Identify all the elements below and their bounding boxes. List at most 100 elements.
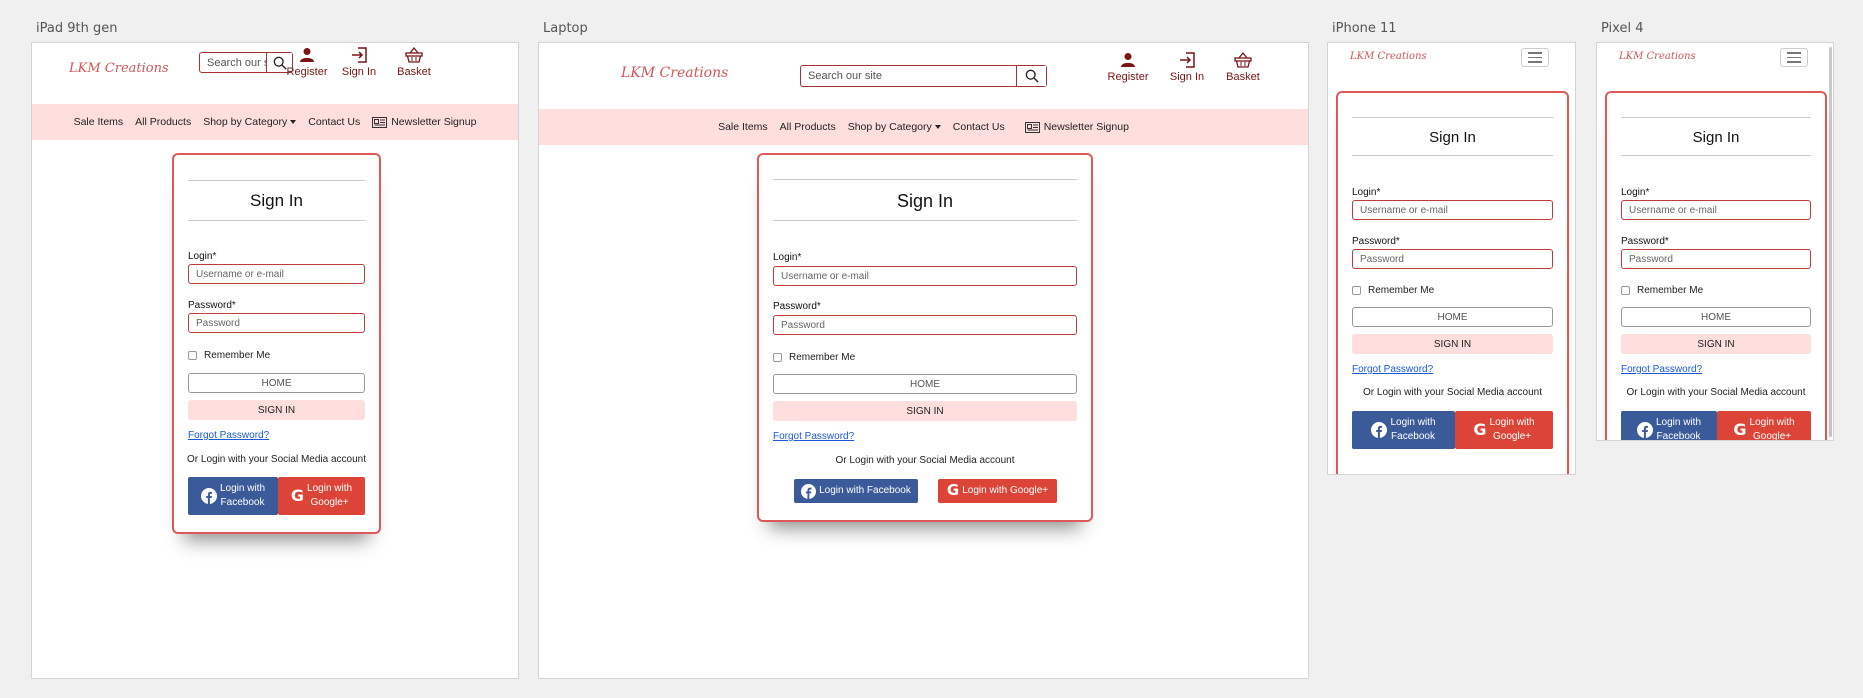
nav-sale-items[interactable]: Sale Items <box>718 121 768 133</box>
home-button[interactable]: HOME <box>1352 307 1553 327</box>
facebook-login-button[interactable]: Login with Facebook <box>794 479 918 503</box>
search-input[interactable]: Search our site <box>801 66 1016 86</box>
checkbox-box[interactable] <box>1621 286 1630 295</box>
login-label: Login* <box>188 251 217 262</box>
divider <box>188 180 365 181</box>
google-login-button[interactable]: G Login with Google+ <box>1717 411 1811 441</box>
register-link[interactable]: Register <box>1098 52 1158 83</box>
nav-shop-by-category[interactable]: Shop by Category <box>848 121 941 133</box>
signin-link[interactable]: Sign In <box>1157 52 1217 83</box>
divider <box>1352 117 1553 118</box>
password-input[interactable]: Password <box>773 315 1077 335</box>
google-login-button[interactable]: G Login with Google+ <box>278 477 365 515</box>
checkbox-box[interactable] <box>188 351 197 360</box>
facebook-icon <box>200 488 217 504</box>
register-link[interactable]: Register <box>277 47 337 78</box>
user-icon <box>1121 53 1135 67</box>
register-label: Register <box>286 66 328 78</box>
remember-me-checkbox[interactable]: Remember Me <box>773 352 855 363</box>
signin-card: Sign In Login* Username or e-mail Passwo… <box>1336 91 1569 474</box>
nav-all-products[interactable]: All Products <box>780 121 836 133</box>
basket-link[interactable]: Basket <box>1213 52 1273 83</box>
home-button[interactable]: HOME <box>1621 307 1811 327</box>
google-icon: G <box>946 481 960 500</box>
password-input[interactable]: Password <box>188 313 365 333</box>
signin-card: Sign In Login* Username or e-mail Passwo… <box>172 153 381 534</box>
forgot-password-link[interactable]: Forgot Password? <box>773 431 854 442</box>
scrollbar[interactable] <box>1829 47 1832 437</box>
checkbox-box[interactable] <box>773 353 782 362</box>
password-input[interactable]: Password <box>1621 249 1811 269</box>
password-label: Password* <box>773 301 821 312</box>
logo[interactable]: LKM Creations <box>1619 51 1696 62</box>
logo[interactable]: LKM Creations <box>621 65 728 81</box>
signin-button[interactable]: SIGN IN <box>1621 334 1811 354</box>
login-input[interactable]: Username or e-mail <box>1621 200 1811 220</box>
login-input[interactable]: Username or e-mail <box>188 264 365 284</box>
password-label: Password* <box>1352 236 1400 247</box>
search-input[interactable]: Search our site <box>200 53 266 72</box>
home-button[interactable]: HOME <box>773 374 1077 394</box>
login-input[interactable]: Username or e-mail <box>773 266 1077 286</box>
logo[interactable]: LKM Creations <box>69 61 169 76</box>
facebook-login-button[interactable]: Login with Facebook <box>1352 411 1455 449</box>
menu-toggle-button[interactable] <box>1521 48 1549 67</box>
google-login-label: Login with Google+ <box>1750 416 1795 441</box>
basket-label: Basket <box>397 66 431 78</box>
google-label-line2: Google+ <box>310 497 349 508</box>
signin-button[interactable]: SIGN IN <box>188 400 365 420</box>
home-button[interactable]: HOME <box>188 373 365 393</box>
nav-sale-items[interactable]: Sale Items <box>74 116 124 128</box>
caret-down-icon <box>290 120 297 124</box>
login-label: Login* <box>773 252 802 263</box>
forgot-password-link[interactable]: Forgot Password? <box>1352 364 1433 375</box>
signin-card: Sign In Login* Username or e-mail Passwo… <box>1605 91 1827 441</box>
facebook-label-line2: Facebook <box>1656 431 1701 441</box>
google-login-button[interactable]: G Login with Google+ <box>938 479 1057 503</box>
nav-newsletter[interactable]: Newsletter Signup <box>372 116 476 128</box>
remember-me-checkbox[interactable]: Remember Me <box>1621 285 1703 296</box>
signin-link[interactable]: Sign In <box>329 47 389 78</box>
basket-label: Basket <box>1226 71 1260 83</box>
facebook-login-button[interactable]: Login with Facebook <box>1621 411 1717 441</box>
frame-label-ipad: iPad 9th gen <box>36 21 118 36</box>
remember-me-label: Remember Me <box>1637 285 1704 296</box>
signin-title: Sign In <box>1692 129 1740 146</box>
main-nav: Sale Items All Products Shop by Category… <box>539 109 1308 145</box>
search-button[interactable] <box>1016 66 1046 86</box>
nav-all-products[interactable]: All Products <box>135 116 191 128</box>
password-input[interactable]: Password <box>1352 249 1553 269</box>
checkbox-box[interactable] <box>1352 286 1361 295</box>
google-login-label: Login with Google+ <box>1490 416 1535 445</box>
ipad-frame: LKM Creations Search our site Register S… <box>31 42 519 679</box>
register-label: Register <box>1107 71 1149 83</box>
menu-toggle-button[interactable] <box>1780 48 1808 67</box>
signin-button[interactable]: SIGN IN <box>773 401 1077 421</box>
nav-category-label: Shop by Category <box>847 121 932 133</box>
forgot-password-link[interactable]: Forgot Password? <box>1621 364 1702 375</box>
divider <box>1621 155 1811 156</box>
nav-category-label: Shop by Category <box>203 116 288 128</box>
nav-shop-by-category[interactable]: Shop by Category <box>203 116 297 128</box>
divider <box>773 179 1077 180</box>
google-login-label: Login with Google+ <box>962 484 1049 496</box>
login-label: Login* <box>1352 187 1381 198</box>
remember-me-checkbox[interactable]: Remember Me <box>188 350 270 361</box>
password-label: Password* <box>188 300 236 311</box>
sign-in-icon <box>1179 52 1195 68</box>
login-label: Login* <box>1621 187 1650 198</box>
facebook-login-button[interactable]: Login with Facebook <box>188 477 278 515</box>
login-input[interactable]: Username or e-mail <box>1352 200 1553 220</box>
nav-contact-us[interactable]: Contact Us <box>953 121 1005 133</box>
basket-link[interactable]: Basket <box>384 47 444 78</box>
facebook-label-line1: Login with <box>219 482 266 494</box>
signin-button[interactable]: SIGN IN <box>1352 334 1553 354</box>
basket-icon <box>405 47 423 63</box>
logo[interactable]: LKM Creations <box>1350 51 1427 62</box>
forgot-password-link[interactable]: Forgot Password? <box>188 430 269 441</box>
nav-contact-us[interactable]: Contact Us <box>308 116 360 128</box>
newspaper-icon <box>372 116 388 128</box>
nav-newsletter[interactable]: Newsletter Signup <box>1024 121 1129 133</box>
remember-me-checkbox[interactable]: Remember Me <box>1352 285 1434 296</box>
google-login-button[interactable]: G Login with Google+ <box>1455 411 1553 449</box>
